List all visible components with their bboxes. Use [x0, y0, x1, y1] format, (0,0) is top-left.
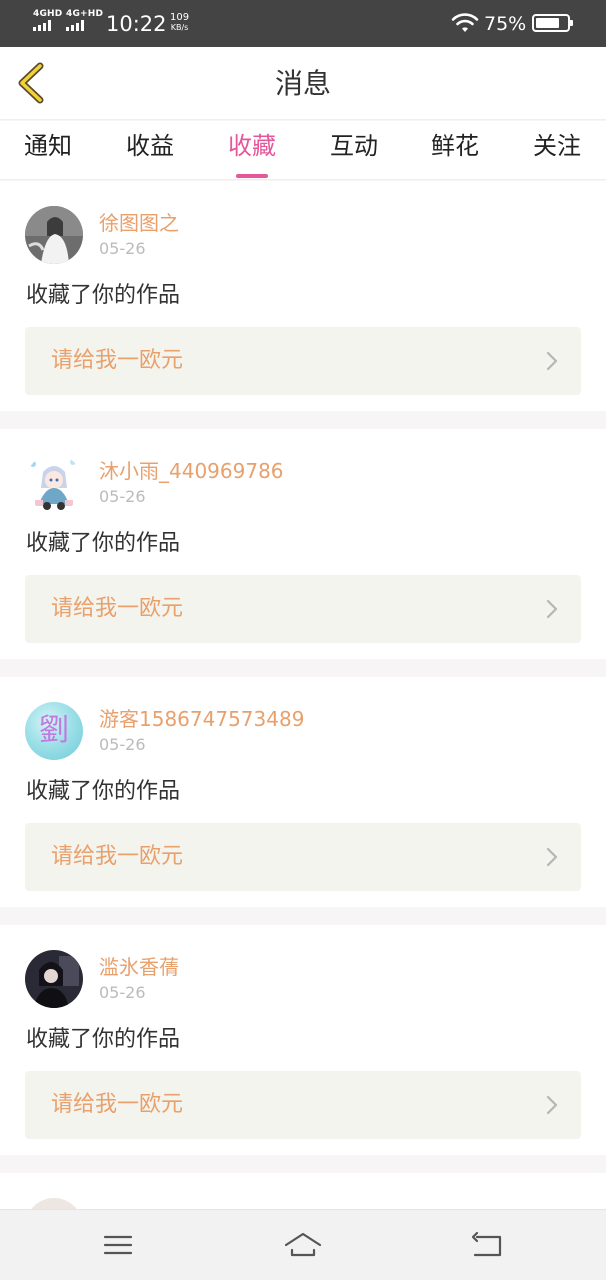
battery-icon	[532, 14, 573, 32]
tab-favorites[interactable]: 收藏	[228, 129, 276, 178]
notification-date: 05-26	[99, 735, 146, 754]
menu-icon[interactable]	[98, 1228, 138, 1262]
home-icon[interactable]	[283, 1228, 323, 1262]
net-speed-value: 109	[170, 12, 190, 23]
tab-notifications[interactable]: 通知	[24, 129, 72, 177]
chevron-right-icon	[546, 599, 558, 619]
signal-2: 4G+HD	[66, 10, 103, 31]
work-title: 请给我一欧元	[51, 844, 184, 869]
work-title: 请给我一欧元	[51, 1092, 184, 1117]
status-bar: 4GHD 4G+HD 10:22 109 KB/s 75%	[0, 0, 606, 47]
tab-bar: 通知 收益 收藏 互动 鲜花 关注	[0, 121, 606, 180]
battery-percent: 75%	[484, 13, 527, 35]
notification-card: 徐图图之 05-26 收藏了你的作品 请给我一欧元	[0, 181, 606, 411]
notification-date: 05-26	[99, 487, 146, 506]
user-name[interactable]: 沐小雨_440969786	[99, 457, 284, 485]
notification-text: 收藏了你的作品	[26, 779, 181, 804]
tab-following[interactable]: 关注	[533, 129, 581, 177]
tab-flowers[interactable]: 鲜花	[431, 129, 479, 177]
notification-card: 沐小雨_440969786 05-26 收藏了你的作品 请给我一欧元	[0, 429, 606, 659]
net-speed-unit: KB/s	[170, 23, 189, 32]
avatar[interactable]	[25, 454, 83, 512]
signal-1: 4GHD	[33, 10, 62, 31]
avatar[interactable]	[25, 206, 83, 264]
avatar[interactable]: 劉	[25, 702, 83, 760]
signal-bars-icon	[33, 20, 51, 31]
signal-2-label: 4G+HD	[66, 9, 104, 19]
notification-text: 收藏了你的作品	[26, 531, 181, 556]
user-name[interactable]: 游客1586747573489	[99, 705, 304, 733]
chevron-right-icon	[546, 351, 558, 371]
back-icon[interactable]	[467, 1228, 507, 1262]
wifi-icon	[451, 13, 479, 32]
signal-1-label: 4GHD	[33, 9, 63, 19]
notification-text: 收藏了你的作品	[26, 1027, 181, 1052]
chevron-right-icon	[546, 847, 558, 867]
system-nav-bar	[0, 1209, 606, 1280]
work-link[interactable]: 请给我一欧元	[25, 327, 581, 395]
avatar-glyph: 劉	[39, 713, 69, 748]
chevron-right-icon	[546, 1095, 558, 1115]
notification-date: 05-26	[99, 983, 146, 1002]
net-speed: 109 KB/s	[170, 12, 189, 32]
avatar[interactable]	[25, 950, 83, 1008]
tab-earnings[interactable]: 收益	[126, 129, 174, 177]
work-link[interactable]: 请给我一欧元	[25, 823, 581, 891]
notification-card: 劉 游客1586747573489 05-26 收藏了你的作品 请给我一欧元	[0, 677, 606, 907]
active-tab-indicator	[236, 174, 268, 178]
work-link[interactable]: 请给我一欧元	[25, 575, 581, 643]
page-title: 消息	[274, 67, 331, 100]
work-link[interactable]: 请给我一欧元	[25, 1071, 581, 1139]
tab-interactions[interactable]: 互动	[330, 129, 378, 177]
notification-date: 05-26	[99, 239, 146, 258]
user-name[interactable]: 滥氷香蒨	[99, 953, 179, 981]
work-title: 请给我一欧元	[51, 596, 184, 621]
notification-text: 收藏了你的作品	[26, 283, 181, 308]
signal-bars-icon	[66, 20, 84, 31]
clock: 10:22	[106, 12, 167, 36]
header: 消息	[0, 47, 606, 120]
battery-fill	[536, 18, 559, 28]
notification-card: 滥氷香蒨 05-26 收藏了你的作品 请给我一欧元	[0, 925, 606, 1155]
work-title: 请给我一欧元	[51, 348, 184, 373]
user-name[interactable]: 徐图图之	[99, 209, 179, 237]
